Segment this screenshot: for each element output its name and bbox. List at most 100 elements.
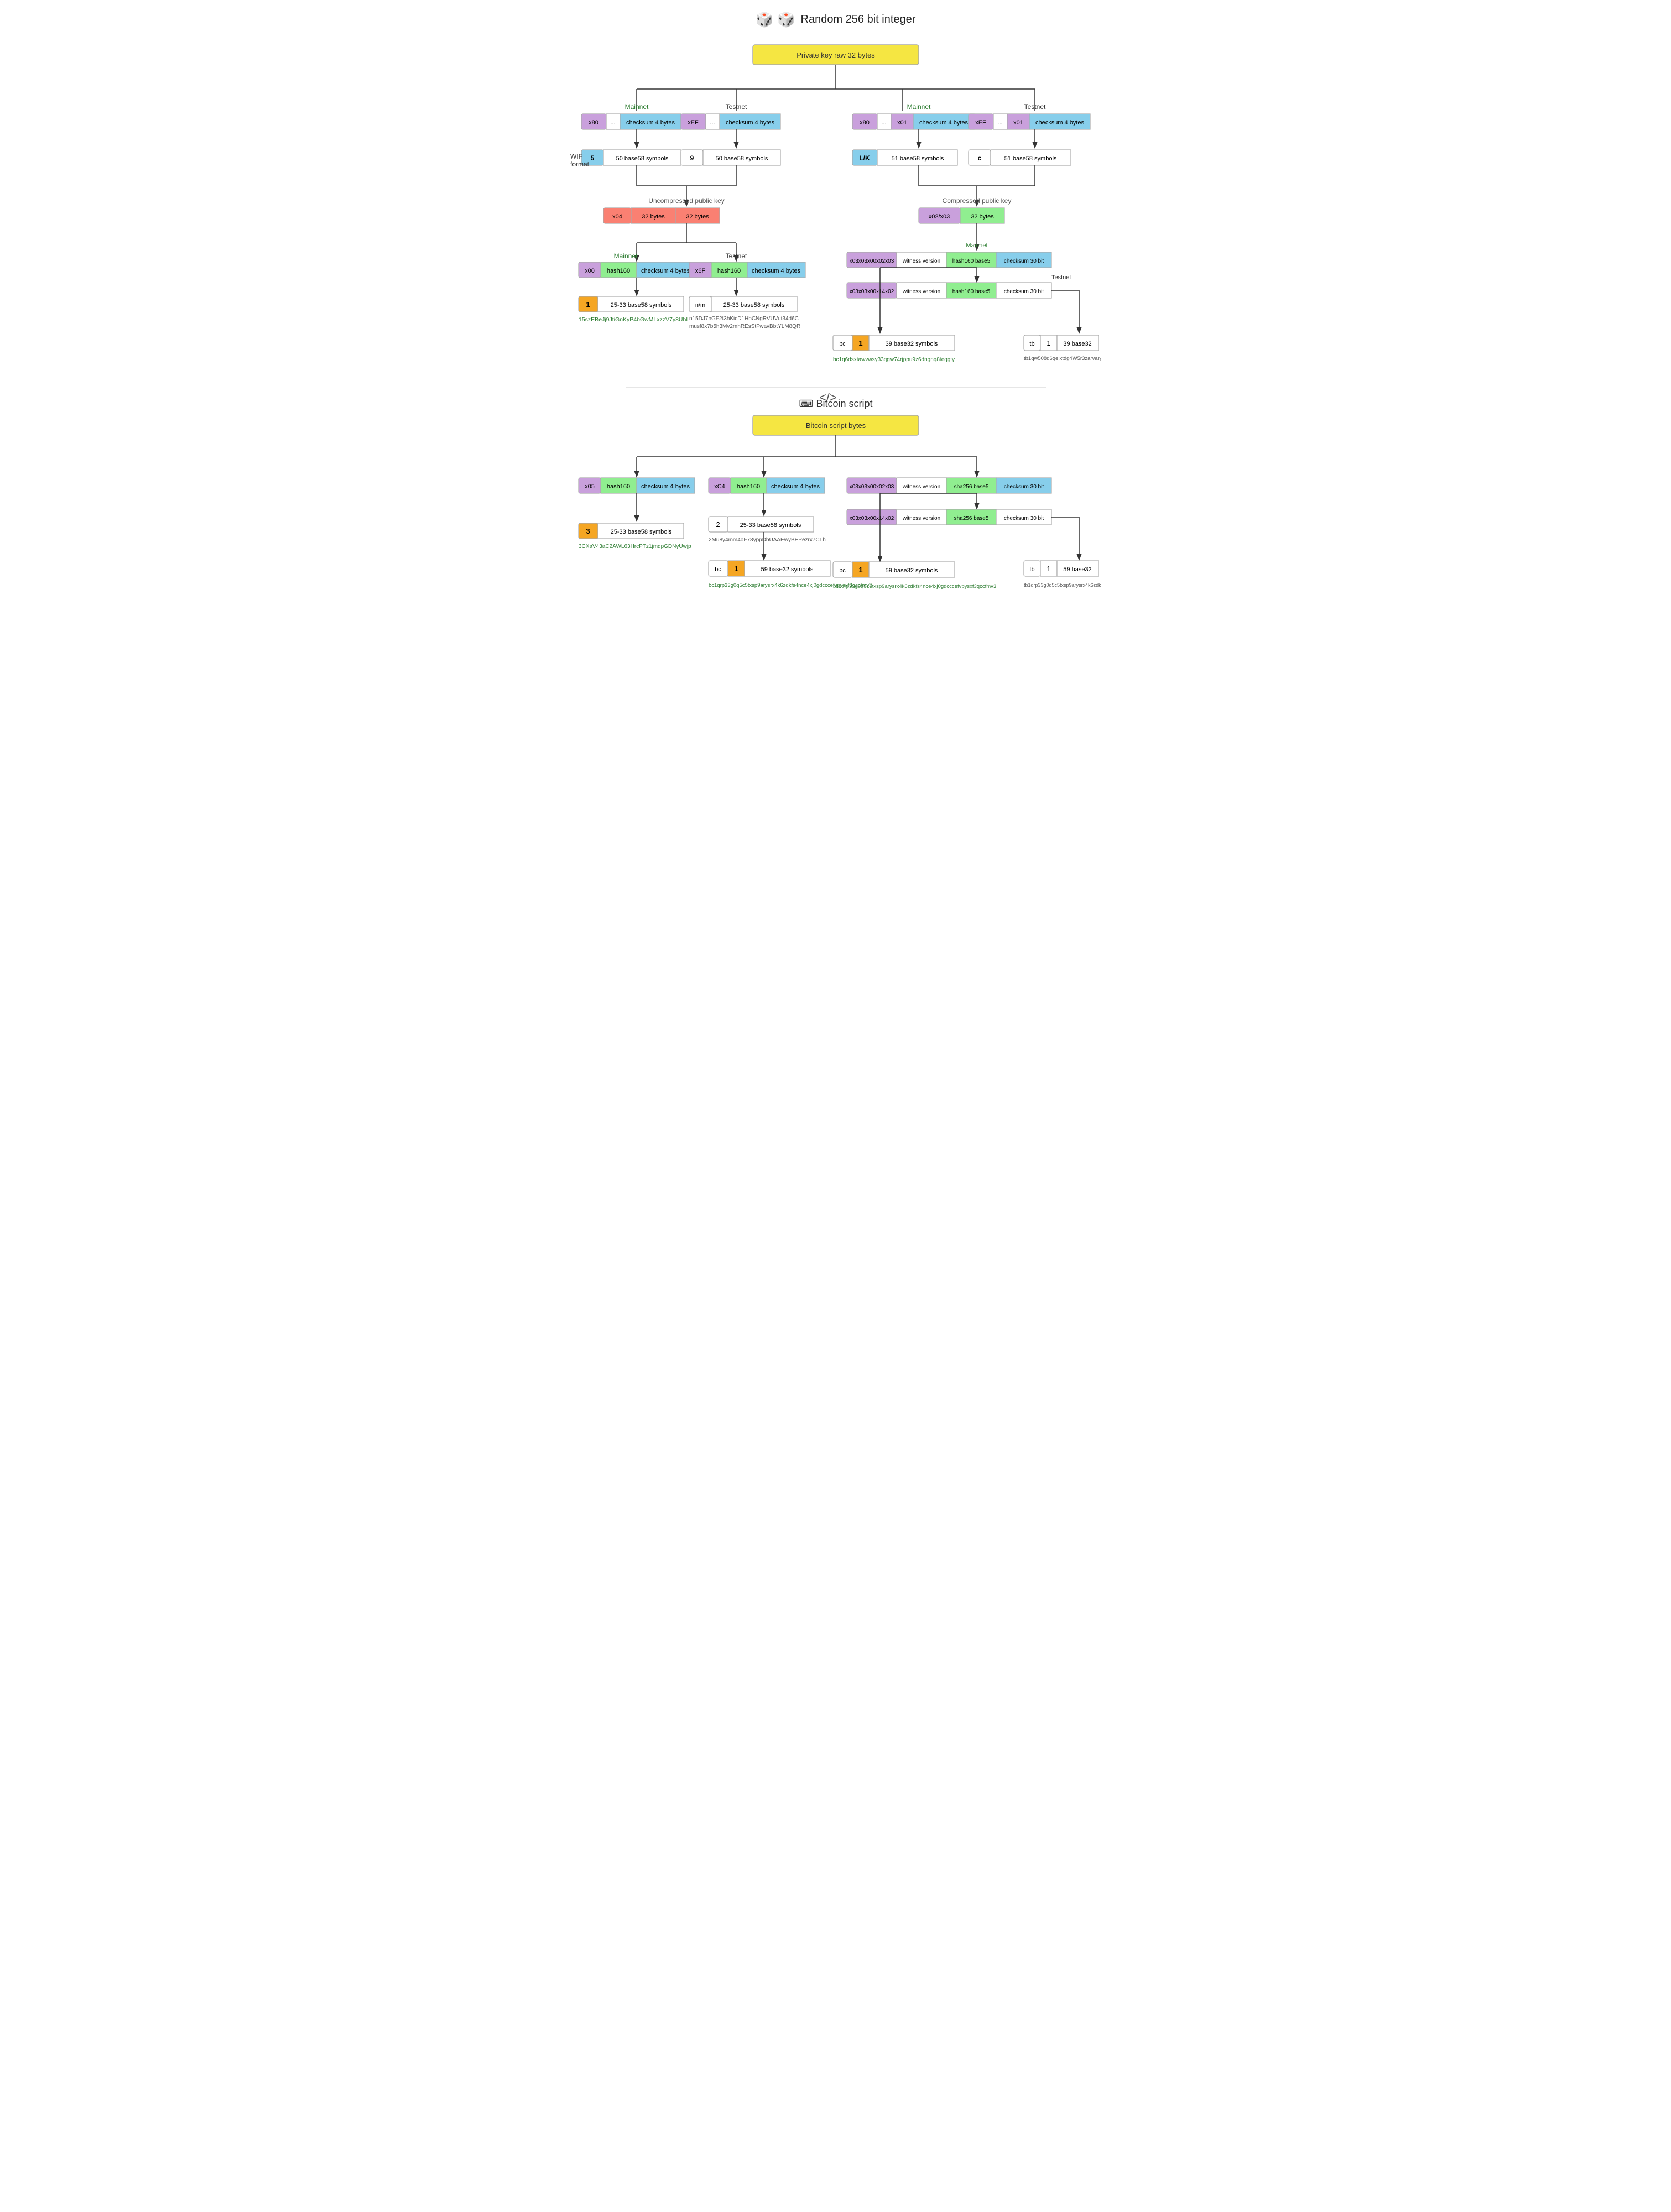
svg-text:x05: x05 (585, 483, 595, 490)
svg-text:hash160: hash160 (717, 268, 740, 274)
p2wsh-bytes-box: xC4 hash160 checksum 4 bytes (709, 478, 825, 493)
private-key-node: Private key raw 32 bytes (753, 45, 919, 65)
svg-text:checksum 4 bytes: checksum 4 bytes (771, 483, 820, 490)
svg-text:51 base58 symbols: 51 base58 symbols (1004, 155, 1056, 162)
svg-text:musf8x7b5h3Mv2mhREsStFwavBbtYL: musf8x7b5h3Mv2mhREsStFwavBbtYLM8QR (689, 324, 800, 330)
p2pkh-mainnet-box: x00 hash160 checksum 4 bytes (579, 262, 695, 278)
svg-text:</>: </> (819, 390, 837, 404)
svg-text:Uncompressed public key: Uncompressed public key (648, 197, 724, 205)
svg-text:x03x03x00x02x03: x03x03x00x02x03 (849, 258, 894, 264)
svg-text:...: ... (997, 119, 1002, 126)
page-title: 🎲 🎲 Random 256 bit integer (570, 11, 1101, 28)
svg-text:39 base32: 39 base32 (1063, 341, 1091, 347)
svg-text:checksum 4 bytes: checksum 4 bytes (725, 119, 774, 126)
svg-text:x04: x04 (612, 213, 622, 220)
script-bc1-center-box: bc 1 59 base32 symbols (833, 562, 955, 577)
svg-text:xEF: xEF (688, 119, 699, 126)
svg-text:25-33 base58 symbols: 25-33 base58 symbols (740, 522, 801, 529)
script-bech32-mainnet: x03x03x00x02x03 witness version sha256 b… (847, 478, 1051, 493)
uncompressed-pubkey-box: x04 32 bytes 32 bytes (603, 208, 720, 223)
p2sh-bytes-box: x05 hash160 checksum 4 bytes (579, 478, 695, 493)
svg-text:WIF: WIF (570, 153, 582, 160)
svg-text:witness version: witness version (902, 484, 940, 490)
svg-text:1: 1 (858, 339, 862, 347)
svg-text:Testnet: Testnet (725, 252, 747, 260)
svg-text:59 base32 symbols: 59 base32 symbols (885, 567, 938, 574)
svg-text:x6F: x6F (695, 268, 705, 274)
svg-text:25-33 base58 symbols: 25-33 base58 symbols (723, 302, 784, 309)
svg-text:x00: x00 (585, 268, 595, 274)
svg-text:2: 2 (716, 520, 720, 529)
svg-text:hash160: hash160 (606, 268, 629, 274)
col4-wif-box: c 51 base58 symbols (969, 150, 1071, 165)
bech32-tb1-box: tb 1 39 base32 (1024, 335, 1099, 351)
svg-text:Compressed public key: Compressed public key (942, 197, 1011, 205)
svg-text:checksum 30 bit: checksum 30 bit (1003, 515, 1043, 521)
svg-text:32 bytes: 32 bytes (642, 213, 665, 220)
svg-text:tb: tb (1029, 566, 1034, 573)
svg-text:hash160 base5: hash160 base5 (952, 289, 990, 295)
svg-text:checksum 30 bit: checksum 30 bit (1003, 289, 1043, 295)
svg-text:2Mu8y4mm4oF78yppDbUAAEwyBEPezr: 2Mu8y4mm4oF78yppDbUAAEwyBEPezrx7CLh (709, 537, 826, 543)
svg-text:Mainnet: Mainnet (907, 103, 930, 111)
script-bytes-node: Bitcoin script bytes (753, 415, 919, 435)
svg-text:hash160: hash160 (736, 483, 759, 490)
section1-diagram: Private key raw 32 bytes Mainnet x80 ... (570, 39, 1101, 620)
svg-text:checksum 4 bytes: checksum 4 bytes (626, 119, 675, 126)
svg-text:3: 3 (586, 527, 590, 535)
p2sh-result-box: 3 25-33 base58 symbols (579, 523, 684, 539)
svg-text:x03x03x00x02x03: x03x03x00x02x03 (849, 484, 894, 490)
svg-text:1: 1 (1047, 339, 1050, 347)
svg-text:x02/x03: x02/x03 (928, 213, 950, 220)
col3-wif-box: L/K 51 base58 symbols (852, 150, 957, 165)
svg-text:tb1qw508d6qejxtdg4W5r3zarvary0: tb1qw508d6qejxtdg4W5r3zarvary0c5xw7kxpjz… (1024, 356, 1101, 362)
svg-text:x03x03x00x14x02: x03x03x00x14x02 (849, 289, 894, 295)
svg-text:bc: bc (715, 566, 721, 573)
svg-text:checksum 30 bit: checksum 30 bit (1003, 484, 1043, 490)
svg-text:tb1qrp33g0q5c5txsp9arysrx4k6zd: tb1qrp33g0q5c5txsp9arysrx4k6zdkfs4nce4xj… (1024, 582, 1101, 588)
dice-icon: 🎲 🎲 (756, 11, 795, 28)
svg-text:Testnet: Testnet (1024, 103, 1045, 111)
svg-text:1: 1 (1047, 565, 1050, 573)
col3-bytes-box: x80 ... x01 checksum 4 bytes (852, 114, 974, 129)
script-tb1-box: tb 1 59 base32 (1024, 561, 1099, 576)
svg-text:x03x03x00x14x02: x03x03x00x14x02 (849, 515, 894, 521)
svg-text:bc1q6dsxtawvwsy33qgw74rjppu9z6: bc1q6dsxtawvwsy33qgw74rjppu9z6dngnq8tegg… (833, 357, 955, 363)
svg-text:Testnet: Testnet (1051, 274, 1071, 281)
svg-text:...: ... (881, 119, 886, 126)
p2pkh-testnet-box: x6F hash160 checksum 4 bytes (689, 262, 805, 278)
svg-text:Mainnet: Mainnet (613, 252, 637, 260)
svg-text:x01: x01 (1013, 119, 1023, 126)
script-bc1-box: bc 1 59 base32 symbols (709, 561, 830, 576)
compressed-pubkey-box: x02/x03 32 bytes (919, 208, 1004, 223)
svg-text:x80: x80 (860, 119, 870, 126)
svg-text:32 bytes: 32 bytes (686, 213, 709, 220)
svg-text:1: 1 (858, 566, 862, 574)
svg-text:L/K: L/K (859, 154, 870, 162)
svg-text:Mainnet: Mainnet (966, 242, 987, 249)
svg-text:9: 9 (690, 154, 694, 162)
svg-text:c: c (977, 154, 981, 162)
svg-text:hash160 base5: hash160 base5 (952, 258, 990, 264)
col2-bytes-box: xEF ... checksum 4 bytes (681, 114, 780, 129)
col2-wif-box: 9 50 base58 symbols (681, 150, 780, 165)
col1-bytes-box: x80 ... checksum 4 bytes (581, 114, 681, 129)
svg-text:tb: tb (1029, 341, 1034, 347)
script-bech32-testnet: x03x03x00x14x02 witness version sha256 b… (847, 509, 1051, 525)
svg-text:xC4: xC4 (714, 483, 725, 490)
svg-text:51 base58 symbols: 51 base58 symbols (891, 155, 944, 162)
svg-text:Mainnet: Mainnet (624, 103, 648, 111)
svg-text:n15DJ7nGF2f3hKicD1HbCNgRVUVut3: n15DJ7nGF2f3hKicD1HbCNgRVUVut34d6C (689, 316, 799, 322)
svg-text:hash160: hash160 (606, 483, 629, 490)
svg-text:15szEBeJj9JtiGnKyP4bGwMLxzzV7y: 15szEBeJj9JtiGnKyP4bGwMLxzzV7y8UhL (579, 316, 689, 323)
svg-text:checksum 4 bytes: checksum 4 bytes (1035, 119, 1084, 126)
svg-text:1: 1 (586, 300, 590, 309)
svg-text:Private key raw 32 bytes: Private key raw 32 bytes (797, 51, 875, 59)
svg-text:5: 5 (590, 154, 594, 162)
svg-text:format: format (570, 160, 590, 168)
svg-text:1: 1 (734, 565, 738, 573)
svg-text:...: ... (710, 119, 715, 126)
page-wrapper: 🎲 🎲 Random 256 bit integer Private key r… (570, 11, 1101, 620)
svg-text:checksum 4 bytes: checksum 4 bytes (641, 268, 690, 274)
svg-text:sha256 base5: sha256 base5 (954, 484, 988, 490)
